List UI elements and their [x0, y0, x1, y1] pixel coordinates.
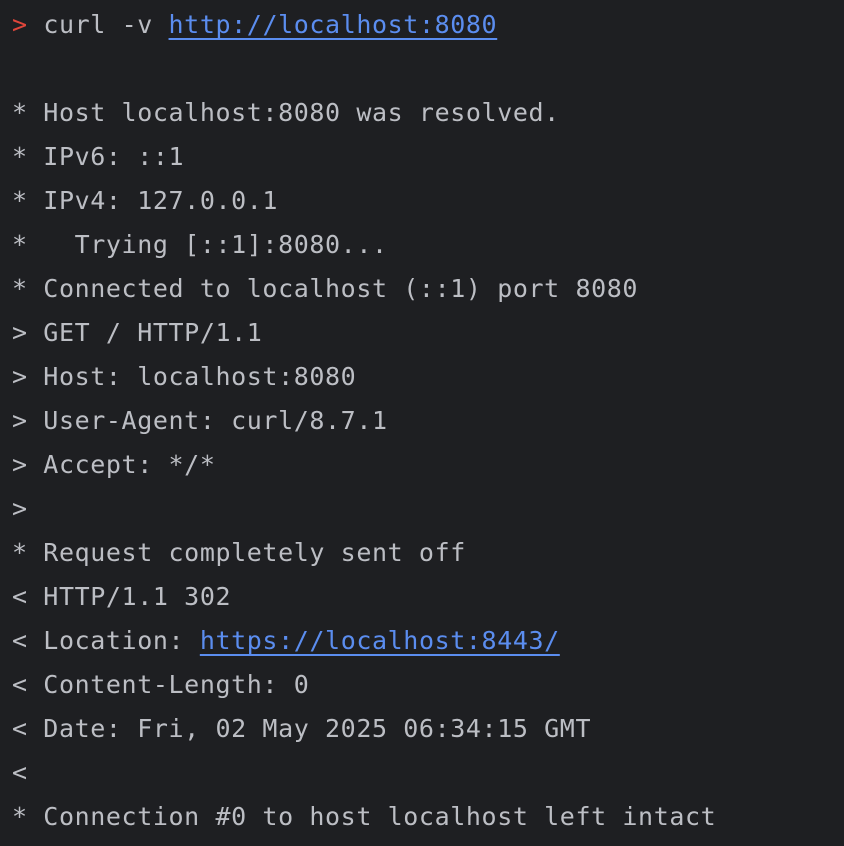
response-header-date: < Date: Fri, 02 May 2025 06:34:15 GMT [12, 714, 592, 743]
command-url-link[interactable]: http://localhost:8080 [169, 10, 498, 39]
location-url-link[interactable]: https://localhost:8443/ [200, 626, 560, 655]
response-header-content-length: < Content-Length: 0 [12, 670, 310, 699]
output-line-ipv4: * IPv4: 127.0.0.1 [12, 186, 279, 215]
command-line: > curl -v http://localhost:8080 [12, 3, 844, 47]
response-end-marker: < [12, 758, 28, 787]
response-status-line: < HTTP/1.1 302 [12, 582, 232, 611]
output-line-trying: * Trying [::1]:8080... [12, 230, 388, 259]
output-line-connection-intact: * Connection #0 to host localhost left i… [12, 802, 717, 831]
response-header-location: < Location: https://localhost:8443/ [12, 619, 844, 663]
output-line-blank [12, 47, 844, 91]
prompt-symbol: > [12, 10, 28, 39]
request-end-marker: > [12, 494, 28, 523]
request-header-host: > Host: localhost:8080 [12, 362, 357, 391]
request-header-accept: > Accept: */* [12, 450, 216, 479]
request-header-user-agent: > User-Agent: curl/8.7.1 [12, 406, 388, 435]
request-line-get: > GET / HTTP/1.1 [12, 318, 263, 347]
output-line-connected: * Connected to localhost (::1) port 8080 [12, 274, 639, 303]
output-line-ipv6: * IPv6: ::1 [12, 142, 185, 171]
terminal-output[interactable]: > curl -v http://localhost:8080 * Host l… [0, 0, 844, 846]
output-line-request-sent: * Request completely sent off [12, 538, 466, 567]
location-label: < Location: [12, 626, 200, 655]
command-text: curl -v [43, 10, 169, 39]
output-line-host-resolved: * Host localhost:8080 was resolved. [12, 98, 560, 127]
